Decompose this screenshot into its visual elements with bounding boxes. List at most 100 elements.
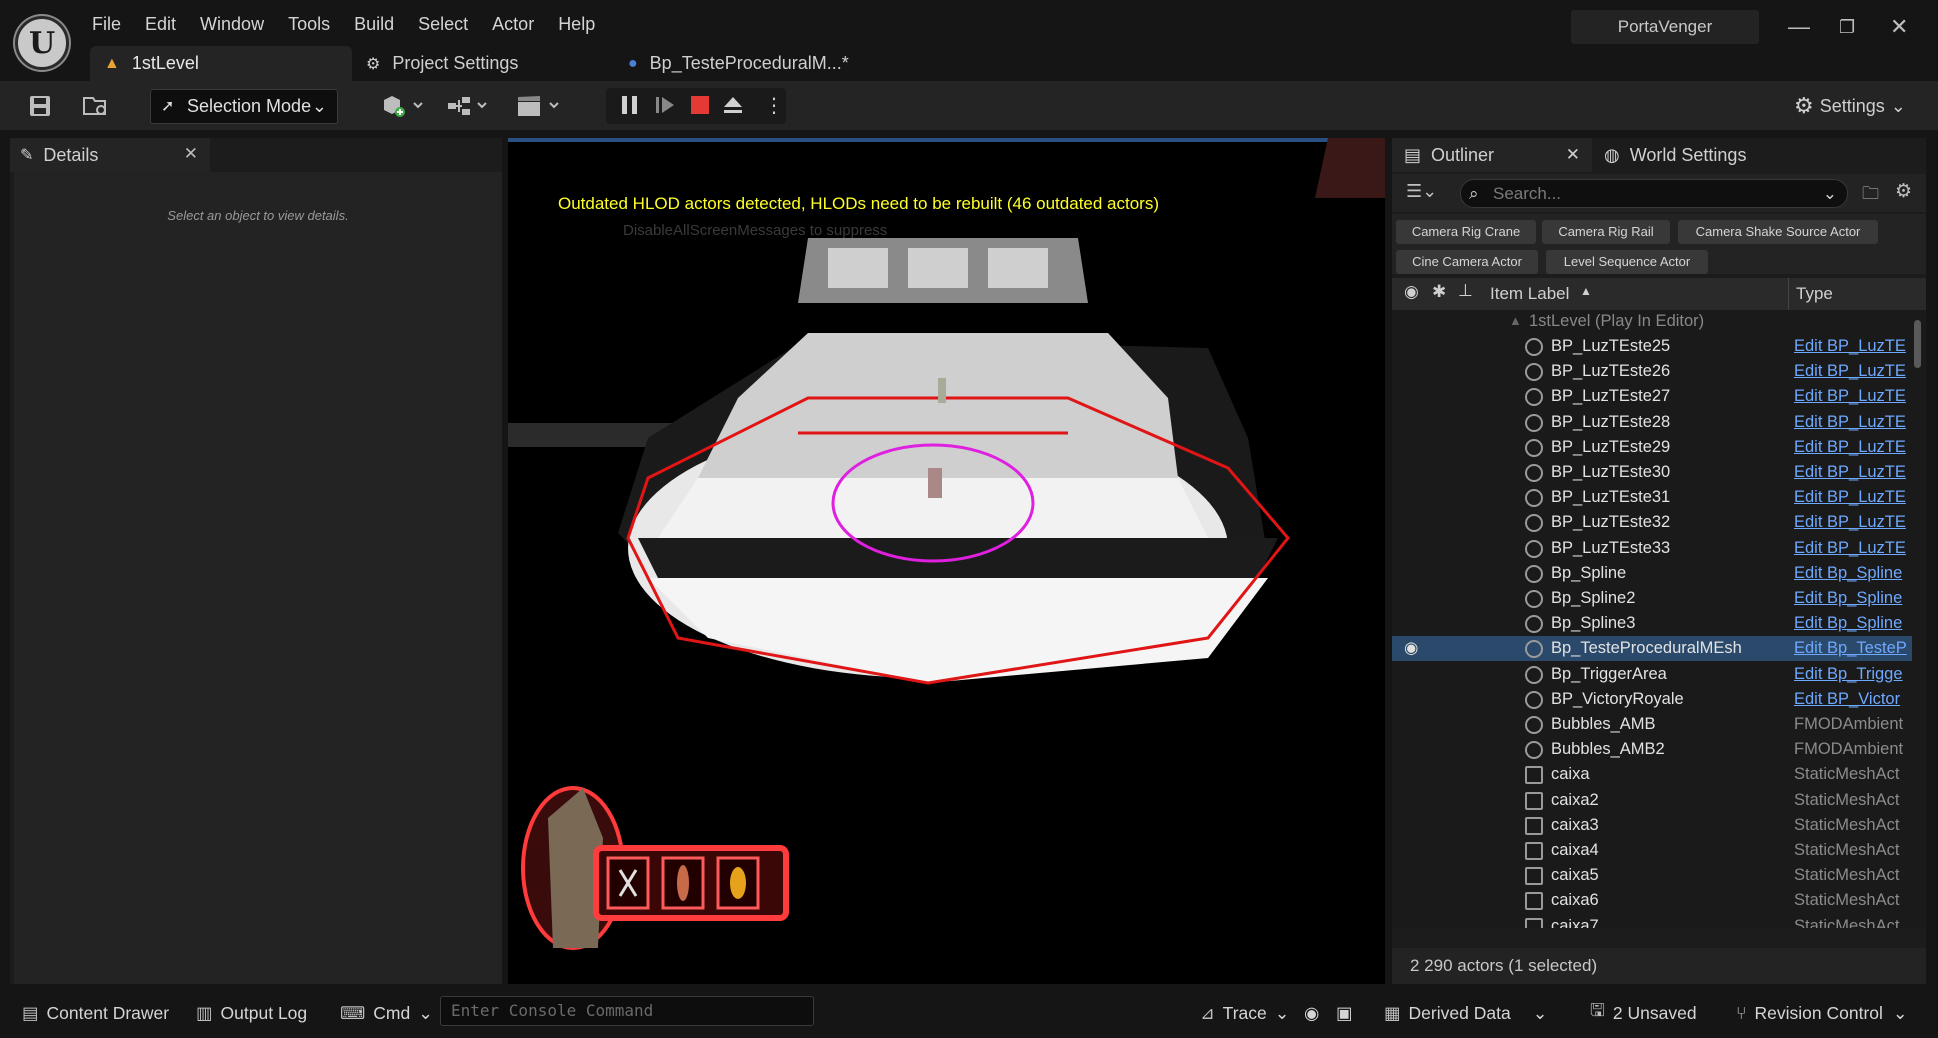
table-row[interactable]: BP_LuzTEste30 Edit BP_LuzTE [1392,460,1912,485]
table-row[interactable]: BP_LuzTEste31 Edit BP_LuzTE [1392,485,1912,510]
outliner-scrollbar[interactable] [1914,320,1921,368]
table-row[interactable]: BP_VictoryRoyale Edit BP_Victor [1392,687,1912,712]
record-icon[interactable]: ◉ [1304,996,1319,1030]
level-row[interactable]: ▲ 1stLevel (Play In Editor) [1392,310,1912,332]
console-command-input[interactable]: Enter Console Command [440,996,814,1026]
minimize-icon[interactable]: — [1788,14,1810,40]
chip-level-sequence-actor[interactable]: Level Sequence Actor [1546,250,1708,274]
menu-file[interactable]: File [80,12,133,36]
table-row[interactable]: Bp_Spline Edit Bp_Spline [1392,561,1912,586]
table-row[interactable]: BP_LuzTEste33 Edit BP_LuzTE [1392,536,1912,561]
menu-tools[interactable]: Tools [276,12,342,36]
table-row[interactable]: caixa3 StaticMeshAct [1392,813,1912,838]
level-viewport[interactable]: DisableAllScreenMessages to suppress Out… [508,138,1385,984]
tab-outliner[interactable]: ▤ Outliner ✕ [1392,138,1592,172]
table-row[interactable]: BP_LuzTEste27 Edit BP_LuzTE [1392,384,1912,409]
unsaved-button[interactable]: 🖫 2 Unsaved [1590,996,1697,1030]
cinematics-icon[interactable] [516,89,566,123]
edit-blueprint-link[interactable]: Edit Bp_Spline [1794,586,1910,611]
table-row[interactable]: BP_LuzTEste28 Edit BP_LuzTE [1392,410,1912,435]
blueprint-menu-icon[interactable] [446,89,496,123]
trace-dropdown[interactable]: ⊿ Trace ⌄ [1200,996,1289,1030]
edit-blueprint-link[interactable]: Edit BP_LuzTE [1794,334,1910,359]
menu-actor[interactable]: Actor [480,12,546,36]
more-options-icon[interactable]: ⋮ [764,88,784,122]
browse-icon[interactable] [82,89,110,123]
new-folder-icon[interactable]: 🗀 [1862,181,1879,210]
cmd-dropdown[interactable]: ⌨ Cmd ⌄ [340,996,433,1030]
menu-select[interactable]: Select [406,12,480,36]
chip-cine-camera-actor[interactable]: Cine Camera Actor [1396,250,1538,274]
unreal-logo[interactable]: U [15,16,69,70]
settings-button[interactable]: ⚙ Settings ⌄ [1794,89,1906,123]
table-row[interactable]: Bp_Spline2 Edit Bp_Spline [1392,586,1912,611]
table-row[interactable]: caixa5 StaticMeshAct [1392,863,1912,888]
save-icon[interactable] [28,89,52,123]
menu-window[interactable]: Window [188,12,276,36]
table-row[interactable]: caixa2 StaticMeshAct [1392,788,1912,813]
menu-build[interactable]: Build [342,12,406,36]
screenshot-icon[interactable]: ▣ [1336,996,1353,1030]
chip-camera-rig-rail[interactable]: Camera Rig Rail [1542,220,1670,244]
column-type[interactable]: Type [1796,284,1833,304]
edit-blueprint-link[interactable]: Edit BP_LuzTE [1794,359,1910,384]
table-row[interactable]: BP_LuzTEste32 Edit BP_LuzTE [1392,510,1912,535]
tab-world-settings[interactable]: ◍ World Settings [1592,138,1758,172]
edit-blueprint-link[interactable]: Edit BP_LuzTE [1794,410,1910,435]
add-actor-icon[interactable] [380,89,424,123]
menu-edit[interactable]: Edit [133,12,188,36]
edit-blueprint-link[interactable]: Edit Bp_Spline [1794,561,1910,586]
edit-blueprint-link[interactable]: Edit Bp_Trigge [1794,662,1910,687]
frame-advance-icon[interactable] [654,88,676,122]
table-row[interactable]: caixa4 StaticMeshAct [1392,838,1912,863]
table-row[interactable]: Bubbles_AMB2 FMODAmbient [1392,737,1912,762]
derived-data-dropdown[interactable]: ▦ Derived Data ⌄ [1384,996,1547,1030]
close-tab-icon[interactable]: ✕ [184,144,198,164]
star-icon[interactable]: ✱ [1432,282,1446,302]
edit-blueprint-link[interactable]: Edit BP_Victor [1794,687,1910,712]
pause-icon[interactable] [620,88,640,122]
table-row[interactable]: Bubbles_AMB FMODAmbient [1392,712,1912,737]
table-row[interactable]: BP_LuzTEste26 Edit BP_LuzTE [1392,359,1912,384]
column-item-label[interactable]: Item Label [1490,284,1569,304]
chip-camera-rig-crane[interactable]: Camera Rig Crane [1396,220,1536,244]
output-log-button[interactable]: ▥ Output Log [196,996,307,1030]
eject-icon[interactable] [722,88,744,122]
tab-blueprint[interactable]: ● Bp_TesteProceduralM...* [614,46,874,81]
details-tab[interactable]: ✎ Details ✕ [10,138,210,172]
revision-control-dropdown[interactable]: ⑂ Revision Control ⌄ [1736,996,1908,1030]
close-icon[interactable]: ✕ [1890,14,1908,40]
content-drawer-button[interactable]: ▤ Content Drawer [22,996,169,1030]
column-divider[interactable] [1788,278,1789,310]
table-row[interactable]: BP_LuzTEste25 Edit BP_LuzTE [1392,334,1912,359]
tab-project-settings[interactable]: ⚙ Project Settings [352,46,614,81]
eye-icon[interactable]: ◉ [1404,282,1419,302]
table-row[interactable]: caixa6 StaticMeshAct [1392,888,1912,913]
outliner-tree[interactable]: ▲ 1stLevel (Play In Editor) BP_LuzTEste2… [1392,310,1926,928]
selection-mode-dropdown[interactable]: ➚ Selection Mode ⌄ [150,89,338,124]
table-row[interactable]: Bp_TriggerArea Edit Bp_Trigge [1392,662,1912,687]
table-row[interactable]: caixa StaticMeshAct [1392,762,1912,787]
tab-1stlevel[interactable]: ▲ 1stLevel [90,46,352,81]
edit-blueprint-link[interactable]: Edit Bp_Spline [1794,611,1910,636]
edit-blueprint-link[interactable]: Edit BP_LuzTE [1794,384,1910,409]
edit-blueprint-link[interactable]: Edit BP_LuzTE [1794,460,1910,485]
table-row[interactable]: ◉ Bp_TesteProceduralMEsh Edit Bp_TesteP [1392,636,1912,662]
table-row[interactable]: Bp_Spline3 Edit Bp_Spline [1392,611,1912,636]
edit-blueprint-link[interactable]: Edit BP_LuzTE [1794,510,1910,535]
menu-help[interactable]: Help [546,12,607,36]
close-tab-icon[interactable]: ✕ [1566,145,1580,165]
table-row[interactable]: caixa7 StaticMeshAct [1392,914,1912,928]
table-row[interactable]: BP_LuzTEste29 Edit BP_LuzTE [1392,435,1912,460]
stop-icon[interactable] [690,88,710,122]
edit-blueprint-link[interactable]: Edit BP_LuzTE [1794,485,1910,510]
edit-blueprint-link[interactable]: Edit BP_LuzTE [1794,536,1910,561]
restore-icon[interactable]: ❐ [1839,17,1855,38]
edit-blueprint-link[interactable]: Edit BP_LuzTE [1794,435,1910,460]
eye-icon[interactable]: ◉ [1404,636,1418,661]
pin-icon[interactable]: ⊥ [1458,281,1473,301]
gear-icon[interactable]: ⚙ [1895,180,1912,203]
outliner-search-input[interactable]: ⌕ Search... ⌄ [1460,179,1848,208]
filter-icon[interactable]: ☰⌄ [1406,181,1437,202]
edit-blueprint-link[interactable]: Edit Bp_TesteP [1794,636,1910,661]
